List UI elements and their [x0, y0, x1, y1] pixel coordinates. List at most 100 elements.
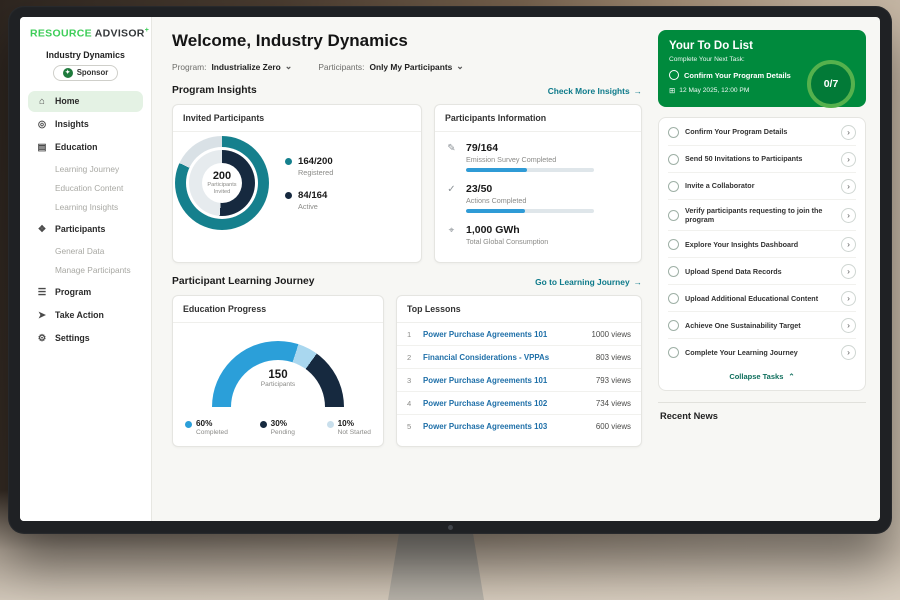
lesson-row[interactable]: 5 Power Purchase Agreements 103 600 view… — [397, 415, 641, 437]
chevron-right-icon[interactable]: › — [841, 179, 856, 194]
power-led — [448, 525, 453, 530]
lesson-row[interactable]: 4 Power Purchase Agreements 102 734 view… — [397, 392, 641, 415]
donut-legend: 164/200 Registered 84/164 Active — [285, 156, 333, 211]
lesson-link[interactable]: Financial Considerations - VPPAs — [423, 353, 587, 362]
sidebar-item-label: Home — [55, 96, 79, 106]
task-row[interactable]: Complete Your Learning Journey › — [668, 339, 856, 365]
page-title: Welcome, Industry Dynamics — [172, 31, 642, 51]
todo-next-task[interactable]: Confirm Your Program Details — [669, 70, 809, 80]
sidebar-item-home[interactable]: ⌂ Home — [28, 91, 143, 112]
task-label: Confirm Your Program Details — [685, 127, 835, 137]
task-row[interactable]: Verify participants requesting to join t… — [668, 200, 856, 231]
checkbox-icon[interactable] — [669, 70, 679, 80]
lesson-row[interactable]: 1 Power Purchase Agreements 101 1000 vie… — [397, 323, 641, 346]
chevron-right-icon[interactable]: › — [841, 125, 856, 140]
lesson-rank: 5 — [407, 422, 414, 431]
legend-item-active: 84/164 Active — [285, 190, 333, 211]
filters: Program: Industrialize Zero ⌄ Participan… — [172, 61, 642, 72]
sidebar-item-learning-journey[interactable]: Learning Journey — [28, 160, 143, 179]
task-checkbox[interactable] — [668, 239, 679, 250]
legend-item-pending: 30% Pending — [260, 419, 295, 436]
task-checkbox[interactable] — [668, 266, 679, 277]
donut-center-value: 200 — [213, 170, 231, 182]
stat-emission-survey: ✎ 79/164 Emission Survey Completed — [445, 142, 631, 172]
todo-due-label: 12 May 2025, 12:00 PM — [679, 87, 749, 94]
lesson-link[interactable]: Power Purchase Agreements 102 — [423, 399, 587, 408]
task-row[interactable]: Send 50 Invitations to Participants › — [668, 146, 856, 173]
task-row[interactable]: Confirm Your Program Details › — [668, 119, 856, 146]
participants-select[interactable]: Only My Participants ⌄ — [369, 61, 463, 72]
chevron-right-icon[interactable]: › — [841, 237, 856, 252]
insights-icon: ◎ — [36, 119, 48, 130]
sidebar-item-program[interactable]: ☰ Program — [28, 282, 143, 303]
home-icon: ⌂ — [36, 96, 48, 107]
lesson-views: 1000 views — [592, 330, 631, 339]
education-gauge: 150 Participants — [212, 341, 344, 407]
chevron-right-icon[interactable]: › — [841, 264, 856, 279]
legend-dot — [285, 192, 292, 199]
donut-center-label: Participants Invited — [202, 182, 242, 196]
legend-dot — [185, 421, 192, 428]
lesson-link[interactable]: Power Purchase Agreements 101 — [423, 376, 587, 385]
lesson-row[interactable]: 2 Financial Considerations - VPPAs 803 v… — [397, 346, 641, 369]
task-checkbox[interactable] — [668, 320, 679, 331]
legend-value: 164/200 — [298, 156, 333, 167]
collapse-tasks-link[interactable]: Collapse Tasks ⌃ — [668, 365, 856, 389]
sidebar-item-settings[interactable]: ⚙ Settings — [28, 328, 143, 349]
sidebar-item-participants[interactable]: ❖ Participants — [28, 219, 143, 240]
chevron-right-icon[interactable]: › — [841, 291, 856, 306]
task-row[interactable]: Achieve One Sustainability Target › — [668, 312, 856, 339]
actions-icon: ✓ — [445, 183, 458, 213]
lesson-link[interactable]: Power Purchase Agreements 103 — [423, 422, 587, 431]
sidebar-item-manage-participants[interactable]: Manage Participants — [28, 261, 143, 280]
task-checkbox[interactable] — [668, 293, 679, 304]
program-icon: ☰ — [36, 287, 48, 298]
task-checkbox[interactable] — [668, 347, 679, 358]
sidebar-item-label: Education — [55, 142, 98, 152]
task-row[interactable]: Invite a Collaborator › — [668, 173, 856, 200]
task-row[interactable]: Upload Additional Educational Content › — [668, 285, 856, 312]
stat-global-consumption: ⌖ 1,000 GWh Total Global Consumption — [445, 224, 631, 250]
lesson-link[interactable]: Power Purchase Agreements 101 — [423, 330, 583, 339]
task-checkbox[interactable] — [668, 154, 679, 165]
sidebar-item-general-data[interactable]: General Data — [28, 242, 143, 261]
sidebar-item-take-action[interactable]: ➤ Take Action — [28, 305, 143, 326]
task-checkbox[interactable] — [668, 210, 679, 221]
lesson-row[interactable]: 3 Power Purchase Agreements 101 793 view… — [397, 369, 641, 392]
lesson-rank: 1 — [407, 330, 414, 339]
lesson-rank: 2 — [407, 353, 414, 362]
sidebar-item-insights[interactable]: ◎ Insights — [28, 114, 143, 135]
chevron-right-icon[interactable]: › — [841, 208, 856, 223]
todo-panel: Your To Do List Complete Your Next Task:… — [656, 17, 880, 521]
check-more-insights-link[interactable]: Check More Insights → — [548, 86, 642, 96]
brand-logo: RESOURCE ADVISOR+ — [28, 27, 143, 40]
sidebar-item-learning-insights[interactable]: Learning Insights — [28, 198, 143, 217]
legend-value: 84/164 — [298, 190, 327, 201]
program-insights-header: Program Insights Check More Insights → — [172, 85, 642, 96]
task-checkbox[interactable] — [668, 181, 679, 192]
progress-bar — [466, 209, 594, 213]
card-title: Invited Participants — [173, 105, 421, 132]
sidebar-item-education-content[interactable]: Education Content — [28, 179, 143, 198]
stat-label: Emission Survey Completed — [466, 155, 594, 164]
chevron-right-icon[interactable]: › — [841, 345, 856, 360]
donut-chart: 200 Participants Invited 164/200 Registe… — [173, 132, 421, 234]
progress-fill — [466, 168, 527, 172]
sponsor-badge[interactable]: ✦ Sponsor — [53, 65, 119, 81]
lesson-views: 793 views — [596, 376, 631, 385]
go-to-learning-journey-link[interactable]: Go to Learning Journey → — [535, 277, 642, 287]
task-row[interactable]: Upload Spend Data Records › — [668, 258, 856, 285]
task-checkbox[interactable] — [668, 127, 679, 138]
task-label: Upload Spend Data Records — [685, 267, 835, 277]
todo-next-task-label: Confirm Your Program Details — [684, 71, 791, 80]
chevron-right-icon[interactable]: › — [841, 318, 856, 333]
invited-donut: 200 Participants Invited — [175, 136, 269, 230]
chevron-right-icon[interactable]: › — [841, 152, 856, 167]
legend-pct: 30% — [271, 419, 295, 428]
program-select[interactable]: Industrialize Zero ⌄ — [211, 61, 292, 72]
sidebar-item-education[interactable]: ▤ Education — [28, 137, 143, 158]
legend-label: Pending — [271, 429, 295, 436]
org-name: Industry Dynamics — [28, 50, 143, 60]
task-row[interactable]: Explore Your Insights Dashboard › — [668, 231, 856, 258]
sponsor-badge-label: Sponsor — [77, 68, 109, 77]
